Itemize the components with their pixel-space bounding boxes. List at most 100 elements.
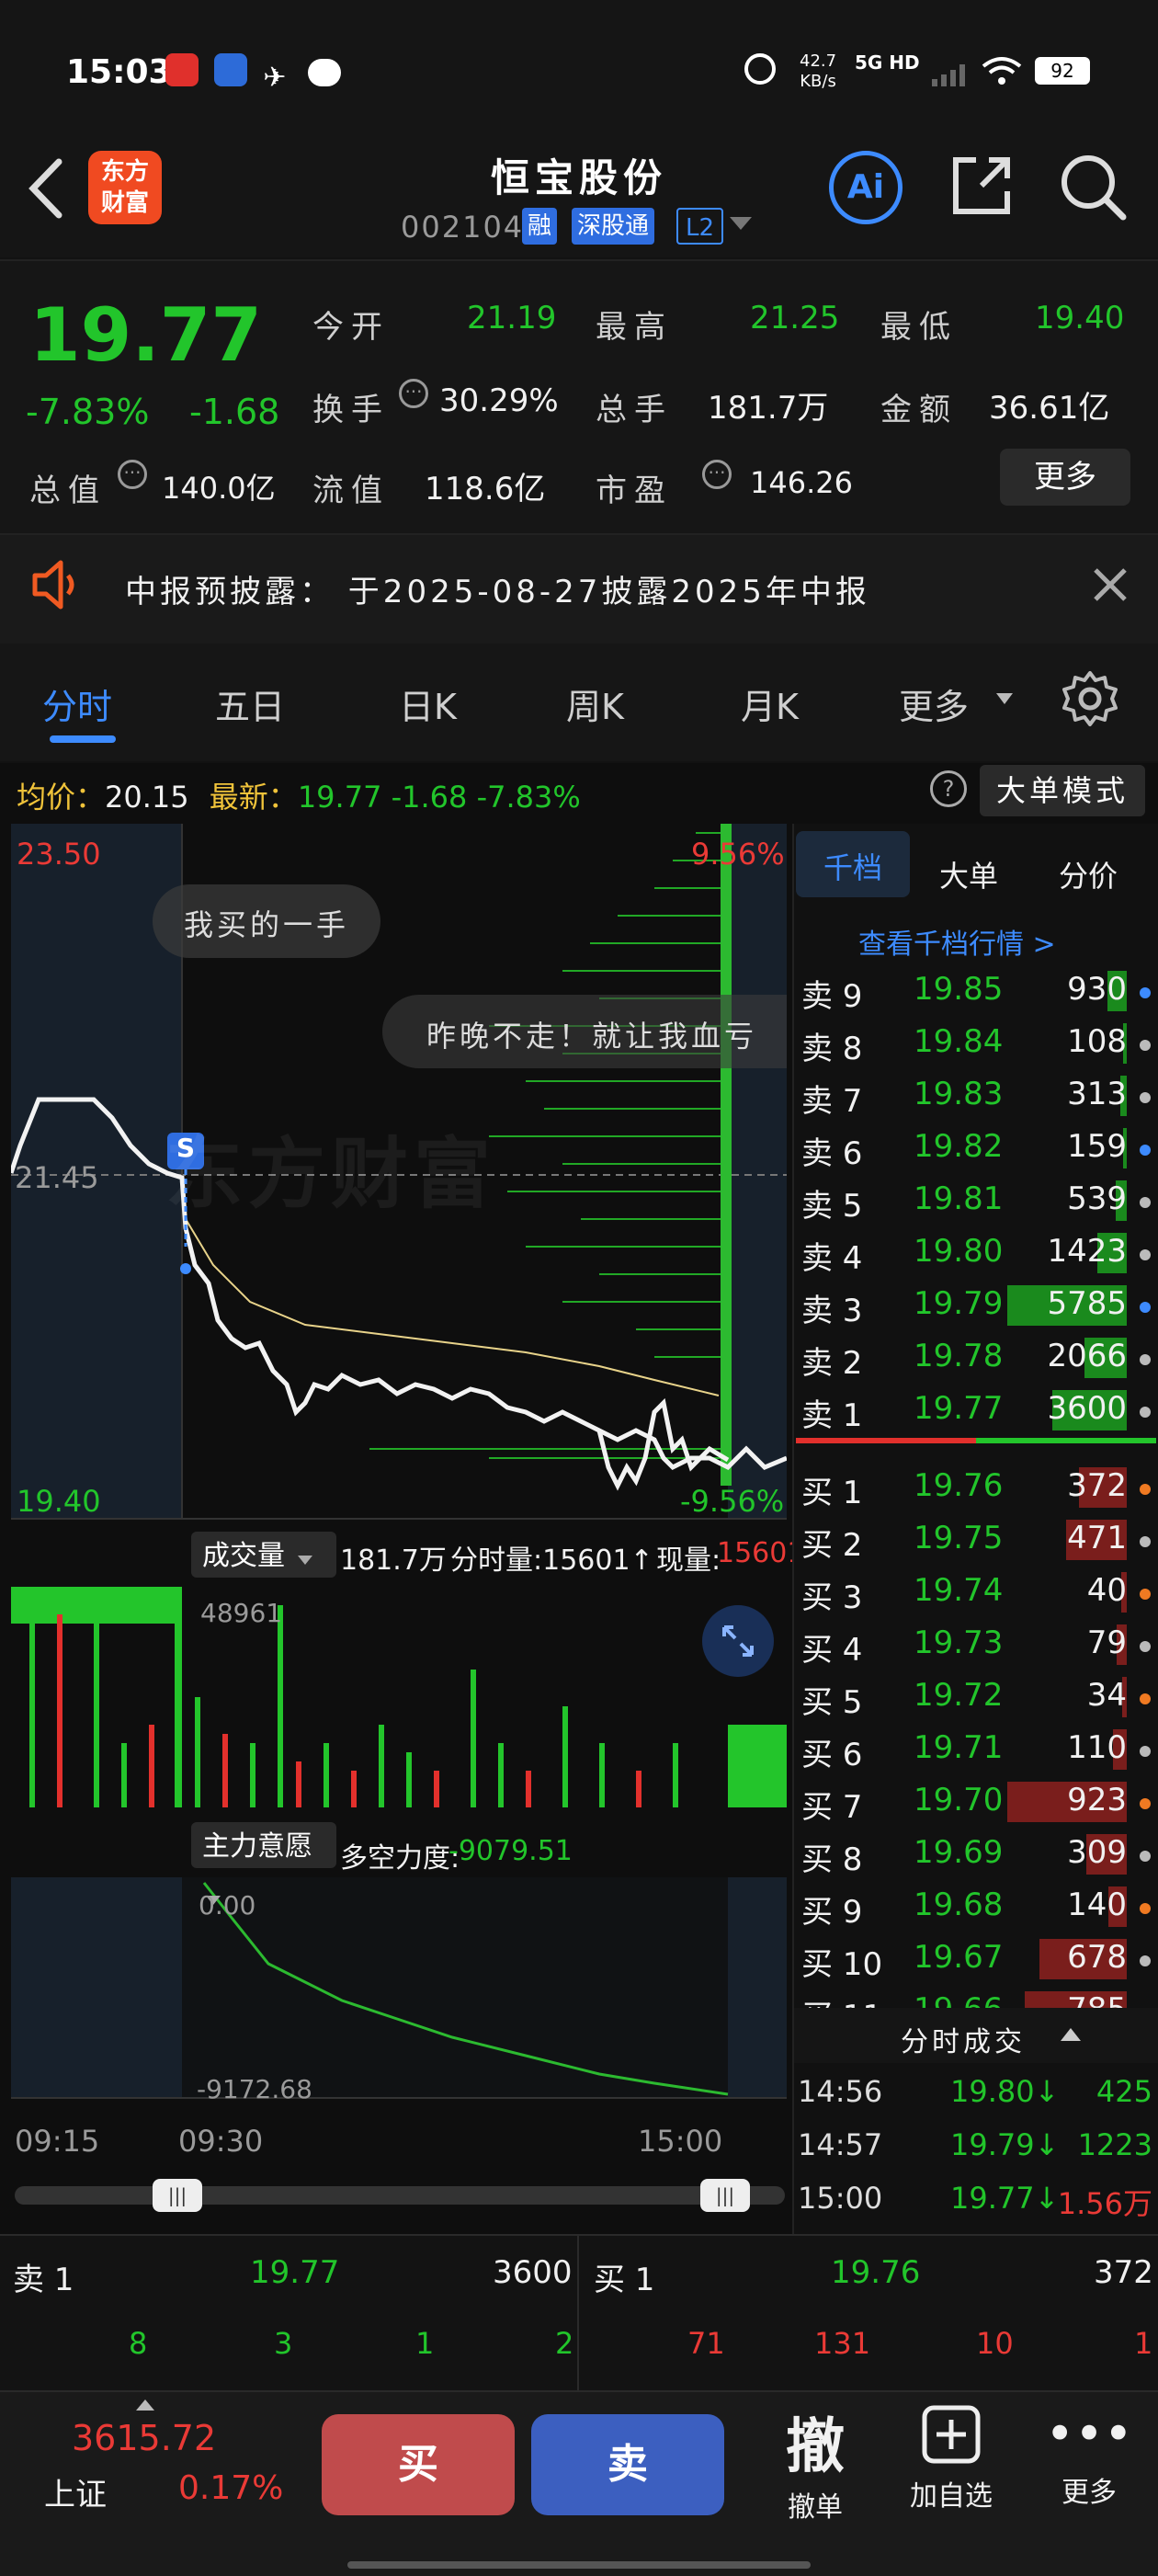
bottom-sell-label: 卖 1 — [13, 2262, 74, 2298]
tab-more-arrow-icon — [996, 693, 1013, 704]
side-tab-price[interactable]: 分价 — [1059, 853, 1118, 895]
pe-value: 146.26 — [750, 465, 853, 500]
buy-order-row[interactable]: 买 7 19.70 923 — [794, 1776, 1158, 1828]
sell-marker[interactable]: S — [167, 1133, 204, 1163]
sell-queue-3: 1 — [415, 2326, 435, 2361]
expand-icon[interactable] — [702, 1605, 774, 1677]
buy-queue-4: 1 — [1134, 2326, 1153, 2361]
range-handle-left[interactable]: ||| — [153, 2179, 202, 2212]
volume-peak: 48961 — [200, 1598, 283, 1628]
tab-5day[interactable]: 五日 — [215, 678, 285, 729]
buy-order-row[interactable]: 买 5 19.72 34 — [794, 1671, 1158, 1723]
buy-order-row[interactable]: 买 1 19.76 372 — [794, 1462, 1158, 1513]
tab-monthly[interactable]: 月K — [741, 678, 799, 729]
buy-order-row[interactable]: 买 11 19.66 785 — [794, 1986, 1158, 2008]
buy-order-row[interactable]: 买 2 19.75 471 — [794, 1514, 1158, 1566]
tab-more[interactable]: 更多 — [899, 678, 969, 729]
bottom-more-button[interactable]: ••• 更多 — [1029, 2405, 1149, 2543]
add-watchlist-label: 加自选 — [910, 2480, 993, 2513]
order-level-label: 买 9 — [801, 1894, 863, 1931]
chart-ref-price: 21.45 — [15, 1160, 99, 1195]
buy-button[interactable]: 买 — [322, 2414, 515, 2515]
avg-value: 20.15 — [105, 780, 189, 815]
sell-order-row[interactable]: 卖 3 19.79 5785 — [794, 1280, 1158, 1331]
order-price: 19.76 — [914, 1467, 1004, 1504]
speaker-icon — [28, 555, 86, 618]
main-force-label: 主力意愿 — [202, 1830, 312, 1863]
l2-tag[interactable]: L2 — [676, 208, 724, 245]
dropdown-icon[interactable] — [730, 217, 752, 230]
range-handle-right[interactable]: ||| — [700, 2179, 750, 2212]
help-icon[interactable]: ? — [930, 770, 967, 807]
add-watchlist-button[interactable]: 加自选 — [891, 2405, 1011, 2543]
order-price: 19.66 — [914, 1991, 1003, 2008]
total-vol-label: 总手 — [596, 392, 673, 428]
sell-order-row[interactable]: 卖 1 19.77 3600 — [794, 1385, 1158, 1436]
info-icon[interactable]: ··· — [399, 379, 428, 408]
tab-intraday[interactable]: 分时 — [42, 678, 112, 729]
comment-bubble-2[interactable]: 昨晚不走！就让我血亏 — [382, 995, 787, 1068]
tab-weekly[interactable]: 周K — [566, 678, 624, 729]
order-price: 19.68 — [914, 1886, 1004, 1923]
buy-order-row[interactable]: 买 10 19.67 678 — [794, 1933, 1158, 1985]
order-level-label: 卖 8 — [801, 1031, 863, 1067]
back-icon[interactable] — [24, 156, 68, 224]
search-icon[interactable] — [1059, 153, 1129, 226]
volume-indicator-select[interactable]: 成交量 — [191, 1532, 336, 1578]
index-ticker[interactable]: 3615.72 上证 0.17% — [28, 2399, 303, 2537]
app-logo[interactable]: 东方 财富 — [88, 151, 162, 224]
order-dot-icon — [1140, 1092, 1151, 1103]
buy-order-row[interactable]: 买 9 19.68 140 — [794, 1881, 1158, 1932]
view-depth-link[interactable]: 查看千档行情 > — [858, 921, 1056, 962]
sell-queue-1: 8 — [129, 2326, 148, 2361]
sell-order-row[interactable]: 卖 7 19.83 313 — [794, 1070, 1158, 1122]
sell-order-row[interactable]: 卖 9 19.85 930 — [794, 965, 1158, 1017]
order-dot-icon — [1140, 1693, 1151, 1704]
order-level-label: 卖 5 — [801, 1188, 863, 1225]
speed-unit: KB/s — [800, 72, 836, 91]
info-icon-2[interactable]: ··· — [118, 460, 147, 489]
side-tab-depth[interactable]: 千档 — [796, 831, 910, 897]
order-volume: 923 — [1067, 1782, 1127, 1818]
ai-button[interactable]: Ai — [829, 151, 903, 224]
main-force-select[interactable]: 主力意愿 — [191, 1822, 336, 1905]
bottom-buy-price: 19.76 — [831, 2254, 921, 2291]
bottom-sell-price: 19.77 — [250, 2254, 340, 2291]
network-type: 5G HD — [855, 51, 920, 74]
side-tab-bigorder[interactable]: 大单 — [939, 853, 998, 895]
sell-order-row[interactable]: 卖 8 19.84 108 — [794, 1018, 1158, 1069]
share-icon[interactable] — [948, 153, 1015, 222]
change-value: -1.68 — [189, 392, 280, 432]
order-level-label: 卖 2 — [801, 1345, 863, 1382]
buy-order-row[interactable]: 买 8 19.69 309 — [794, 1829, 1158, 1880]
net-speed: 42.7 KB/s — [800, 51, 836, 92]
comment-bubble-1[interactable]: 我买的一手 — [153, 884, 381, 958]
sell-order-row[interactable]: 卖 6 19.82 159 — [794, 1123, 1158, 1174]
range-slider[interactable] — [15, 2186, 785, 2205]
big-order-mode-button[interactable]: 大单模式 — [980, 765, 1145, 816]
order-level-label: 买 6 — [801, 1737, 863, 1773]
buy-order-row[interactable]: 买 3 19.74 40 — [794, 1567, 1158, 1618]
close-icon[interactable] — [1090, 564, 1130, 609]
sell-order-row[interactable]: 卖 2 19.78 2066 — [794, 1332, 1158, 1384]
cancel-order-button[interactable]: 撤 撤单 — [755, 2399, 875, 2537]
floatcap-label: 流值 — [312, 473, 390, 509]
order-volume: 309 — [1067, 1834, 1127, 1871]
sell-button[interactable]: 卖 — [531, 2414, 724, 2515]
trade-price: 19.79↓ — [950, 2127, 1060, 2162]
tab-daily[interactable]: 日K — [399, 678, 457, 729]
status-bar: 15:03 ✈ 42.7 KB/s 5G HD 92 — [0, 0, 1158, 138]
trades-header: 分时成交 — [794, 2008, 1158, 2063]
sell-order-row[interactable]: 卖 4 19.80 1423 — [794, 1227, 1158, 1279]
info-icon-3[interactable]: ··· — [702, 460, 732, 489]
last-price: 19.77 — [29, 292, 263, 378]
comment-text-2: 昨晚不走！就让我血亏 — [426, 1019, 758, 1054]
settings-icon[interactable] — [1061, 669, 1119, 732]
collapse-arrow-icon[interactable] — [1061, 2028, 1081, 2041]
trade-time: 15:00 — [798, 2181, 883, 2216]
quote-more-button[interactable]: 更多 — [1000, 449, 1130, 506]
buy-order-row[interactable]: 买 4 19.73 79 — [794, 1619, 1158, 1670]
sell-order-row[interactable]: 卖 5 19.81 539 — [794, 1175, 1158, 1226]
buy-order-row[interactable]: 买 6 19.71 110 — [794, 1724, 1158, 1775]
battery-level: 92 — [1050, 60, 1074, 82]
